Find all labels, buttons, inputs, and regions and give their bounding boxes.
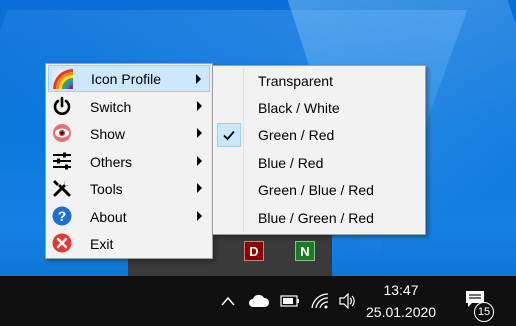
chevron-right-icon [197, 211, 202, 221]
submenu-item-label: Green / Blue / Red [258, 182, 374, 198]
menu-item-label: Tools [90, 180, 123, 197]
chevron-right-icon [197, 128, 202, 138]
sliders-icon [52, 151, 72, 171]
notification-count-badge: 15 [474, 302, 494, 322]
submenu-item-label: Green / Red [258, 127, 335, 143]
menu-item-label: Show [90, 125, 126, 142]
chevron-right-icon [197, 101, 202, 111]
menu-item-label: Switch [90, 98, 132, 115]
menu-item-label: Others [90, 153, 133, 170]
submenu-item-blue-green-red[interactable]: Blue / Green / Red [215, 205, 423, 231]
eye-icon [52, 123, 72, 143]
submenu-item-blue-red[interactable]: Blue / Red [215, 150, 423, 176]
tray-badge-d[interactable]: D [244, 241, 264, 261]
close-icon [52, 233, 72, 253]
menu-item-switch[interactable]: Switch [48, 93, 210, 120]
submenu-item-green-red[interactable]: Green / Red [215, 122, 423, 148]
menu-item-tools[interactable]: Tools [48, 175, 210, 202]
cloud-icon[interactable] [248, 292, 270, 310]
help-icon: ? [52, 206, 72, 226]
context-menu: Icon Profile Switch Show Others Tools ? … [45, 63, 213, 259]
submenu-item-label: Blue / Green / Red [258, 210, 374, 226]
menu-item-show[interactable]: Show [48, 120, 210, 147]
menu-item-others[interactable]: Others [48, 148, 210, 175]
menu-item-label: Icon Profile [91, 70, 162, 87]
submenu-item-black-white[interactable]: Black / White [215, 95, 423, 121]
chevron-right-icon [197, 183, 202, 193]
submenu-item-label: Black / White [258, 100, 340, 116]
submenu-item-green-blue-red[interactable]: Green / Blue / Red [215, 177, 423, 203]
wifi-icon[interactable] [311, 292, 329, 310]
chevron-right-icon [197, 156, 202, 166]
submenu-item-label: Blue / Red [258, 155, 324, 171]
checkmark-icon [217, 123, 241, 147]
clock-time[interactable]: 13:47 [366, 282, 436, 298]
taskbar: 13:47 25.01.2020 [0, 276, 516, 326]
chevron-right-icon [196, 74, 201, 84]
battery-icon[interactable] [280, 292, 300, 310]
rainbow-icon [53, 69, 73, 89]
menu-item-icon-profile[interactable]: Icon Profile [48, 65, 210, 92]
submenu-item-transparent[interactable]: Transparent [215, 68, 423, 94]
icon-profile-submenu: Transparent Black / White Green / Red Bl… [212, 65, 426, 235]
tray-badge-n[interactable]: N [295, 241, 315, 261]
clock-date[interactable]: 25.01.2020 [366, 304, 436, 320]
submenu-item-label: Transparent [258, 73, 333, 89]
menu-item-about[interactable]: ? About [48, 203, 210, 230]
menu-item-label: Exit [90, 235, 114, 252]
menu-item-exit[interactable]: Exit [48, 230, 210, 257]
speaker-icon[interactable] [339, 292, 357, 310]
svg-text:?: ? [58, 208, 67, 224]
menu-item-label: About [90, 208, 127, 225]
tools-icon [52, 178, 72, 198]
chevron-up-icon[interactable] [220, 292, 236, 310]
power-icon [52, 96, 72, 116]
